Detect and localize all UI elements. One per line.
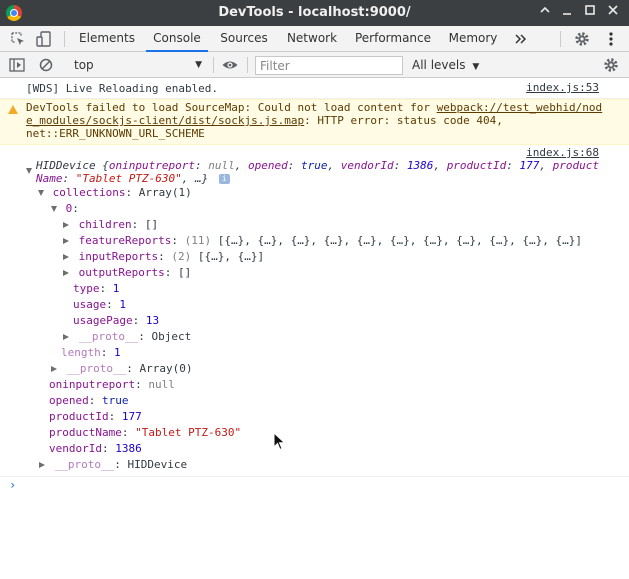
prompt-chevron-icon: ›: [9, 478, 17, 492]
customize-menu-button[interactable]: [602, 30, 620, 48]
expand-arrow-right-icon[interactable]: [63, 238, 69, 244]
preview-key: product: [552, 159, 600, 172]
console-output: [WDS] Live Reloading enabled. index.js:5…: [0, 79, 629, 579]
toolbar-divider: [213, 57, 214, 73]
toolbar-divider: [560, 31, 561, 47]
window-title-bar: DevTools - localhost:9000/: [0, 0, 629, 26]
source-link[interactable]: index.js:53: [526, 81, 599, 94]
preview-key: productId: [446, 159, 507, 172]
preview-value: 1386: [406, 159, 434, 172]
chevron-double-right-icon: [515, 34, 527, 44]
console-message-info: [WDS] Live Reloading enabled. index.js:5…: [0, 79, 629, 99]
console-settings-button[interactable]: [602, 56, 620, 74]
settings-button[interactable]: [573, 30, 591, 48]
expand-arrow-right-icon[interactable]: [63, 270, 69, 276]
toolbar-divider: [247, 57, 248, 73]
tree-row-feature-reports[interactable]: featureReports: (11) [{…}, {…}, {…}, {…}…: [63, 233, 582, 249]
tree-row-product-id: productId: 177: [49, 410, 142, 423]
expand-arrow-down-icon[interactable]: [51, 206, 57, 212]
tree-row-collections[interactable]: collections: Array(1): [38, 185, 192, 201]
tree-row-input-reports[interactable]: inputReports: (2) [{…}, {…}]: [63, 249, 264, 265]
toolbar-divider: [64, 31, 65, 47]
expand-arrow-right-icon[interactable]: [63, 254, 69, 260]
tree-row-oninputreport: oninputreport: null: [49, 378, 175, 391]
tab-sources[interactable]: Sources: [212, 26, 276, 52]
preview-value: 177: [519, 159, 540, 172]
tab-console[interactable]: Console: [146, 26, 208, 52]
more-tabs-button[interactable]: [512, 30, 530, 48]
show-sidebar-button[interactable]: [8, 56, 26, 74]
window-minimize-button[interactable]: [557, 3, 577, 23]
console-toolbar: top ▼ All levels ▼: [0, 52, 629, 78]
tree-row-product-name: productName: "Tablet PTZ-630": [49, 426, 242, 439]
preview-key: vendorId: [340, 159, 394, 172]
expand-arrow-right-icon[interactable]: [39, 462, 45, 468]
device-toolbar-button[interactable]: [35, 30, 53, 48]
console-message-warning: DevTools failed to load SourceMap: Could…: [0, 99, 629, 145]
tree-row-vendor-id: vendorId: 1386: [49, 442, 142, 455]
mouse-cursor-icon: [273, 432, 286, 451]
tree-row-usage: usage: 1: [73, 298, 126, 311]
log-levels-dropdown[interactable]: All levels ▼: [412, 55, 479, 75]
inspect-element-icon: [11, 32, 24, 45]
tree-row-children[interactable]: children: []: [63, 217, 158, 233]
gear-icon: [575, 32, 589, 46]
tree-row-usage-page: usagePage: 13: [73, 314, 160, 327]
devtools-tab-bar: Elements Console Sources Network Perform…: [0, 26, 629, 52]
tree-row-index-0[interactable]: 0:: [51, 201, 79, 217]
live-expression-button[interactable]: [221, 56, 239, 74]
tree-row-proto-array[interactable]: __proto__: Array(0): [51, 361, 192, 377]
info-icon[interactable]: i: [218, 174, 230, 184]
console-message-text: [WDS] Live Reloading enabled.: [26, 82, 219, 95]
tree-row-output-reports[interactable]: outputReports: []: [63, 265, 191, 281]
warning-icon: [8, 105, 18, 114]
expand-arrow-right-icon[interactable]: [51, 366, 57, 372]
tab-memory[interactable]: Memory: [443, 26, 503, 52]
tree-row-type: type: 1: [73, 282, 120, 295]
expand-arrow-down-icon[interactable]: [26, 163, 32, 179]
expand-arrow-down-icon[interactable]: [38, 190, 44, 196]
caret-down-icon: ▼: [472, 62, 480, 72]
kebab-menu-icon: [609, 32, 613, 46]
warning-line-3: net::ERR_UNKNOWN_URL_SCHEME: [26, 127, 205, 140]
inspect-element-button[interactable]: [9, 30, 27, 48]
window-maximize-button[interactable]: [580, 3, 600, 23]
caret-down-icon: ▼: [195, 60, 202, 70]
clear-console-button[interactable]: [37, 56, 55, 74]
close-icon: [608, 5, 618, 15]
expand-arrow-right-icon[interactable]: [63, 222, 69, 228]
console-prompt[interactable]: ›: [0, 476, 629, 494]
preview-ellipsis: , …}: [181, 172, 209, 185]
context-selector[interactable]: top ▼: [62, 55, 208, 75]
gear-icon: [604, 58, 618, 72]
clear-console-icon: [39, 58, 53, 72]
context-selector-value: top: [74, 58, 94, 72]
chevron-up-icon: [540, 6, 550, 13]
window-collapse-button[interactable]: [535, 3, 555, 23]
tree-row-opened: opened: true: [49, 394, 129, 407]
device-toolbar-icon: [36, 31, 51, 47]
tab-network[interactable]: Network: [280, 26, 344, 52]
tree-row-proto-hiddevice[interactable]: __proto__: HIDDevice: [39, 457, 187, 473]
tab-elements[interactable]: Elements: [72, 26, 142, 52]
filter-input[interactable]: [255, 56, 403, 75]
warning-text: : HTTP error: status code 404,: [304, 114, 503, 127]
preview-key: Name: [36, 172, 63, 185]
show-sidebar-icon: [9, 58, 25, 72]
window-close-button[interactable]: [603, 3, 623, 23]
preview-key: opened: [247, 159, 288, 172]
eye-icon: [222, 61, 238, 69]
maximize-icon: [585, 5, 595, 15]
expand-arrow-right-icon[interactable]: [63, 334, 69, 340]
minimize-icon: [563, 13, 571, 15]
tree-row-length: length: 1: [61, 346, 121, 359]
preview-value: "Tablet PTZ-630": [75, 172, 182, 185]
tree-row-proto-object[interactable]: __proto__: Object: [63, 329, 191, 345]
tab-performance[interactable]: Performance: [350, 26, 436, 52]
log-levels-value: All levels: [412, 58, 466, 72]
preview-value: true: [300, 159, 328, 172]
